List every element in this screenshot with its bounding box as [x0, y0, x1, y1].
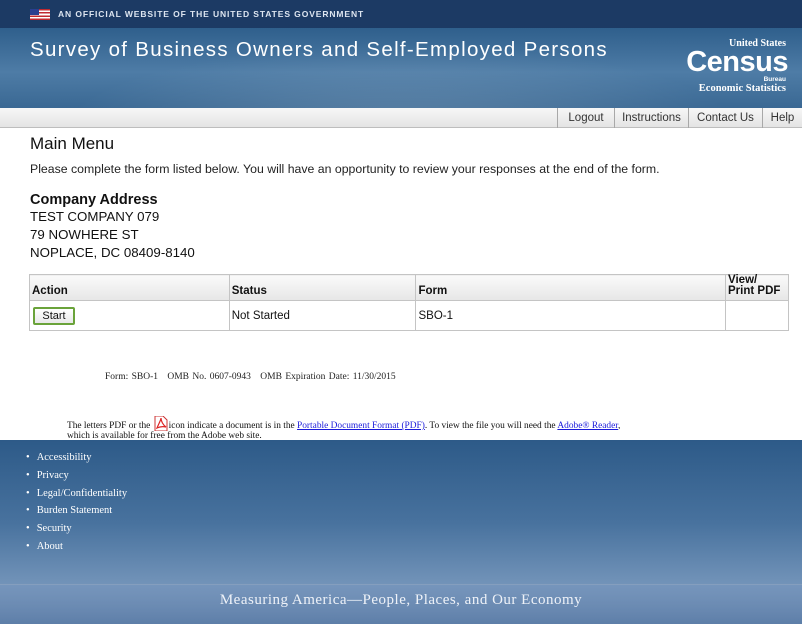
form-cell: SBO-1: [415, 300, 727, 331]
status-cell: Not Started: [228, 300, 417, 331]
pdf-format-link[interactable]: Portable Document Format (PDF): [297, 421, 425, 431]
footer-link-accessibility[interactable]: Accessibility: [26, 452, 127, 470]
pdf-note-text-2: icon indicate a document is in the: [168, 421, 295, 431]
pdf-note-text-4: ,: [618, 421, 621, 431]
footer-link-security[interactable]: Security: [26, 523, 127, 541]
help-link[interactable]: Help: [762, 108, 802, 128]
table-header-row: Action Status Form View/ Print PDF: [29, 274, 789, 301]
col-header-form: Form: [415, 274, 727, 301]
site-header: Survey of Business Owners and Self-Emplo…: [0, 28, 802, 108]
omb-number: OMB No. 0607-0943: [167, 372, 251, 382]
footer-link-about[interactable]: About: [26, 541, 127, 559]
col-header-status: Status: [228, 274, 417, 301]
pdf-note-text-3: . To view the file you will need the: [424, 421, 556, 431]
pdf-note-text-1: The letters PDF or the: [67, 421, 151, 431]
census-logo[interactable]: United States Census Bureau Economic Sta…: [676, 36, 788, 100]
contact-us-link[interactable]: Contact Us: [688, 108, 762, 128]
top-nav: Logout Instructions Contact Us Help: [0, 108, 802, 128]
address-line-3: NOPLACE, DC 08409-8140: [30, 245, 195, 260]
company-address-heading: Company Address: [30, 192, 158, 208]
footer-link-burden-statement[interactable]: Burden Statement: [26, 505, 127, 523]
col-header-action: Action: [29, 274, 230, 301]
pdf-icon: [154, 416, 168, 431]
site-footer: Accessibility Privacy Legal/Confidential…: [0, 440, 802, 624]
footer-link-privacy[interactable]: Privacy: [26, 470, 127, 488]
footer-links: Accessibility Privacy Legal/Confidential…: [26, 452, 127, 559]
intro-text: Please complete the form listed below. Y…: [30, 162, 660, 176]
gov-banner-text: AN OFFICIAL WEBSITE OF THE UNITED STATES…: [58, 9, 365, 19]
col-header-view-print-pdf: View/ Print PDF: [725, 274, 789, 301]
gov-banner: AN OFFICIAL WEBSITE OF THE UNITED STATES…: [0, 0, 802, 28]
us-flag-icon: [30, 8, 50, 20]
instructions-link[interactable]: Instructions: [614, 108, 688, 128]
omb-expiration: OMB Expiration Date: 11/30/2015: [260, 372, 396, 382]
start-button[interactable]: Start: [33, 306, 75, 325]
footer-link-legal[interactable]: Legal/Confidentiality: [26, 488, 127, 506]
address-line-2: 79 NOWHERE ST: [30, 227, 139, 242]
logo-census: Census: [686, 46, 788, 78]
logo-economic-statistics: Economic Statistics: [698, 83, 786, 94]
page-title: Main Menu: [30, 134, 115, 153]
omb-info: Form: SBO-1 OMB No. 0607-0943 OMB Expira…: [105, 372, 402, 382]
forms-table: Action Status Form View/ Print PDF Start…: [29, 274, 789, 331]
action-cell: Start: [29, 300, 230, 331]
logo-bureau: Bureau: [763, 76, 786, 83]
logout-link[interactable]: Logout: [557, 108, 614, 128]
adobe-reader-link[interactable]: Adobe® Reader: [557, 421, 618, 431]
site-title: Survey of Business Owners and Self-Emplo…: [30, 38, 608, 61]
footer-tagline: Measuring America—People, Places, and Ou…: [219, 592, 583, 608]
omb-form: Form: SBO-1: [105, 372, 158, 382]
view-pdf-cell: [725, 300, 789, 331]
table-row: Start Not Started SBO-1: [29, 300, 789, 331]
address-line-1: TEST COMPANY 079: [30, 209, 160, 224]
pdf-note: The letters PDF or the icon indicate a d…: [67, 416, 757, 441]
